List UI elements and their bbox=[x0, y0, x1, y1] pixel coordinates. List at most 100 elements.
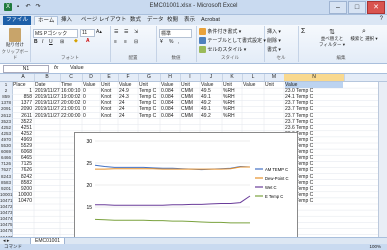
header-cell[interactable]: Value bbox=[285, 82, 343, 88]
row-header[interactable]: 5530 bbox=[0, 143, 12, 148]
header-cell[interactable]: Value bbox=[83, 82, 95, 88]
table-cell[interactable]: 24.3 bbox=[119, 94, 129, 100]
table-cell[interactable]: 23.7 Temp C bbox=[285, 100, 313, 106]
table-cell[interactable]: 0 bbox=[83, 113, 86, 119]
table-cell[interactable]: 2019/11/27 bbox=[35, 106, 60, 112]
formula-input[interactable]: Value bbox=[70, 65, 84, 71]
cell-styles-button[interactable]: セルのスタイル ▾ bbox=[199, 46, 246, 54]
column-header-g[interactable]: G bbox=[138, 74, 161, 81]
table-cell[interactable]: 2019/11/27 bbox=[35, 100, 60, 106]
tab-page-layout[interactable]: ページ レイアウト bbox=[78, 16, 129, 25]
table-cell[interactable]: 9200 bbox=[13, 186, 32, 192]
table-cell[interactable]: 858 bbox=[13, 94, 32, 100]
row-header[interactable]: 6466 bbox=[0, 155, 12, 160]
header-cell[interactable]: Unit bbox=[265, 82, 274, 88]
insert-cell-button[interactable]: 挿入 ▾ bbox=[267, 28, 281, 35]
row-header[interactable]: 859 bbox=[0, 94, 12, 99]
row-header[interactable]: 10472 bbox=[0, 204, 13, 209]
column-header-m[interactable]: M bbox=[264, 74, 285, 81]
table-cell[interactable]: %RH bbox=[223, 94, 235, 100]
row-header[interactable]: 6069 bbox=[0, 149, 12, 154]
table-cell[interactable]: 4251 bbox=[13, 125, 32, 131]
table-cell[interactable]: CMM bbox=[181, 113, 193, 119]
column-header-f[interactable]: F bbox=[118, 74, 139, 81]
table-cell[interactable]: Knot bbox=[101, 88, 111, 94]
tab-insert[interactable]: 挿入 bbox=[58, 16, 75, 25]
table-cell[interactable]: 23.7 Temp C bbox=[285, 119, 313, 125]
font-size-select[interactable]: 11 bbox=[80, 29, 95, 37]
table-cell[interactable]: 24 bbox=[119, 113, 125, 119]
table-cell[interactable]: 2090 bbox=[13, 106, 32, 112]
column-header-n[interactable]: N bbox=[284, 74, 345, 81]
percent-icon[interactable]: % bbox=[169, 39, 173, 45]
header-cell[interactable]: Unit bbox=[139, 82, 148, 88]
row-header[interactable]: 7126 bbox=[0, 161, 12, 166]
fx-icon[interactable]: fx bbox=[54, 65, 58, 71]
table-cell[interactable]: 4969 bbox=[13, 137, 32, 143]
table-cell[interactable]: Knot bbox=[101, 94, 111, 100]
table-cell[interactable]: 19:00:02 bbox=[61, 94, 80, 100]
font-color-icon[interactable]: A bbox=[86, 38, 90, 44]
table-cell[interactable]: Temp C bbox=[139, 100, 156, 106]
table-cell[interactable]: 49.1 bbox=[201, 94, 211, 100]
header-cell[interactable]: Value bbox=[161, 82, 173, 88]
column-header-b[interactable]: B bbox=[34, 74, 61, 81]
column-header-d[interactable]: D bbox=[82, 74, 101, 81]
table-cell[interactable]: Temp C bbox=[139, 113, 156, 119]
close-button[interactable]: ✕ bbox=[367, 1, 385, 14]
header-cell[interactable]: Place bbox=[13, 82, 26, 88]
row-header[interactable]: 9201 bbox=[0, 186, 12, 191]
table-cell[interactable]: 0 bbox=[83, 100, 86, 106]
grow-font-icon[interactable]: A▴ bbox=[96, 29, 102, 35]
table-cell[interactable]: 21:00:01 bbox=[61, 106, 80, 112]
table-cell[interactable]: 49.2 bbox=[201, 100, 211, 106]
table-cell[interactable]: 24 bbox=[119, 106, 125, 112]
table-cell[interactable]: 8582 bbox=[13, 180, 32, 186]
align-middle-icon[interactable]: ☰ bbox=[124, 29, 128, 35]
align-top-icon[interactable]: ☰ bbox=[114, 29, 118, 35]
tab-view[interactable]: 表示 bbox=[181, 16, 198, 25]
align-center-icon[interactable]: ≡ bbox=[124, 39, 127, 45]
tab-review[interactable]: 校閲 bbox=[164, 16, 181, 25]
table-cell[interactable]: 0 bbox=[83, 94, 86, 100]
table-cell[interactable]: 0.084 bbox=[161, 94, 174, 100]
line-chart[interactable]: 30 25 20 15 AM TEMP C Dew-Point C Wet C E Temp … bbox=[74, 132, 298, 238]
row-header[interactable]: 2 bbox=[0, 88, 12, 93]
table-cell[interactable]: CMM bbox=[181, 106, 193, 112]
table-cell[interactable]: Knot bbox=[101, 106, 111, 112]
row-header[interactable]: 10474 bbox=[0, 216, 13, 221]
tab-file[interactable]: ファイル bbox=[3, 16, 32, 25]
align-left-icon[interactable]: ≡ bbox=[114, 39, 117, 45]
row-header[interactable]: 4252 bbox=[0, 125, 12, 130]
table-cell[interactable]: 1377 bbox=[13, 100, 32, 106]
table-cell[interactable]: Temp C bbox=[139, 88, 156, 94]
column-header-a[interactable]: A bbox=[12, 74, 35, 81]
vertical-scrollbar[interactable] bbox=[378, 82, 387, 237]
autosum-icon[interactable]: Σ bbox=[301, 28, 305, 35]
row-header[interactable]: 2091 bbox=[0, 106, 12, 111]
row-header[interactable]: 10001 bbox=[0, 192, 13, 197]
row-header[interactable]: 1 bbox=[0, 82, 12, 87]
find-select-button[interactable]: ⌕ 検索と 選択 ▾ bbox=[350, 28, 378, 42]
paste-button[interactable]: 貼り付け bbox=[4, 28, 26, 48]
table-cell[interactable]: CMM bbox=[181, 100, 193, 106]
table-cell[interactable]: 24.9 bbox=[119, 88, 129, 94]
table-cell[interactable]: 7125 bbox=[13, 161, 32, 167]
table-cell[interactable]: 49.2 bbox=[201, 113, 211, 119]
column-header-l[interactable]: L bbox=[242, 74, 265, 81]
table-cell[interactable]: 23.7 Temp C bbox=[285, 106, 313, 112]
comma-icon[interactable]: , bbox=[178, 39, 179, 45]
table-cell[interactable]: 0 bbox=[83, 106, 86, 112]
table-cell[interactable]: 8242 bbox=[13, 174, 32, 180]
row-header[interactable]: 10471 bbox=[0, 198, 13, 203]
name-box[interactable]: N1 bbox=[3, 65, 49, 73]
table-cell[interactable]: Temp C bbox=[139, 106, 156, 112]
table-cell[interactable]: %RH bbox=[223, 88, 235, 94]
table-cell[interactable]: 0 bbox=[83, 88, 86, 94]
header-cell[interactable]: Unit bbox=[181, 82, 190, 88]
row-header[interactable]: 4970 bbox=[0, 137, 12, 142]
table-cell[interactable]: 2019/11/27 bbox=[35, 94, 60, 100]
zoom-level[interactable]: 100% bbox=[369, 244, 381, 250]
header-cell[interactable]: Unit bbox=[223, 82, 232, 88]
column-header-c[interactable]: C bbox=[60, 74, 83, 81]
